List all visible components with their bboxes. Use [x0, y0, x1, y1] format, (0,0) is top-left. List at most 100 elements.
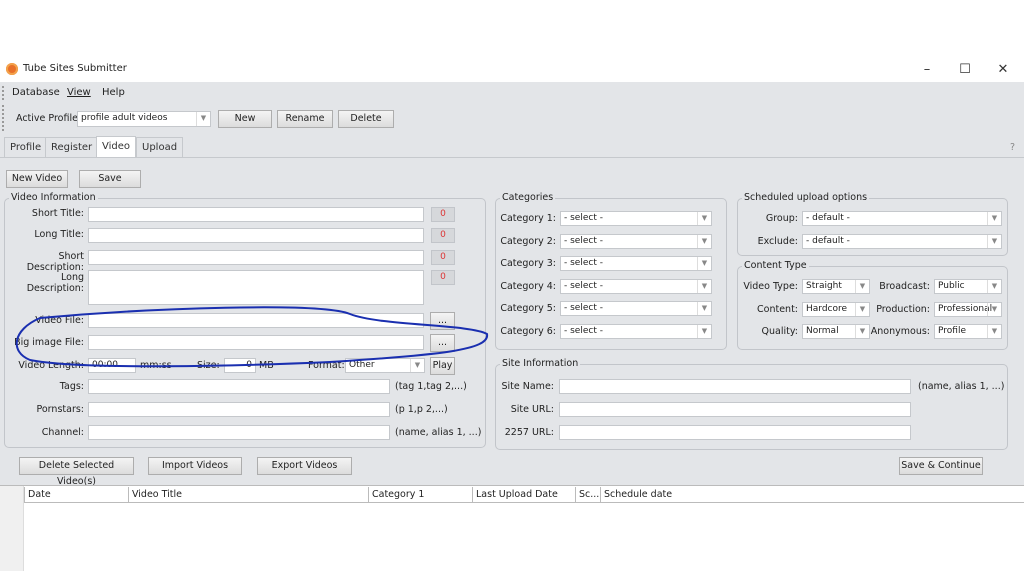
category-3-select[interactable]: - select - ▼ [560, 256, 712, 271]
tab-profile[interactable]: Profile [4, 137, 48, 157]
column-header[interactable]: Category 1 [368, 487, 472, 502]
quality-select[interactable]: Normal ▼ [802, 324, 870, 339]
chevron-down-icon: ▼ [855, 302, 869, 316]
anonymous-select[interactable]: Profile ▼ [934, 324, 1002, 339]
menu-help[interactable]: Help [102, 87, 125, 98]
tab-video[interactable]: Video [96, 136, 137, 157]
tags-input[interactable] [88, 379, 390, 394]
long-description-counter: 0 [431, 270, 455, 285]
content-label: Content: [757, 303, 798, 315]
category-4-label: Category 4: [500, 280, 556, 292]
menu-grip [2, 86, 4, 100]
category-1-select[interactable]: - select - ▼ [560, 211, 712, 226]
delete-profile-button[interactable]: Delete [338, 110, 394, 128]
short-description-label: Short Description: [26, 251, 84, 273]
menu-view[interactable]: View [67, 87, 91, 98]
category-2-select[interactable]: - select - ▼ [560, 233, 712, 249]
app-gear-icon [6, 63, 18, 75]
channel-hint: (name, alias 1, ...) [395, 427, 482, 438]
short-title-label: Short Title: [31, 208, 84, 219]
menu-database[interactable]: Database [12, 87, 60, 98]
chevron-down-icon: ▼ [697, 212, 711, 225]
group-value: - default - [806, 213, 850, 223]
channel-input[interactable] [88, 425, 390, 440]
title-bar [0, 58, 1024, 82]
categories-title: Categories [500, 192, 556, 203]
new-profile-button[interactable]: New [218, 110, 272, 128]
tab-register[interactable]: Register [45, 137, 99, 157]
chevron-down-icon: ▼ [697, 234, 711, 248]
column-header[interactable]: Sc... [575, 487, 600, 502]
group-label: Group: [765, 213, 798, 224]
category-2-value: - select - [564, 235, 603, 246]
category-4-value: - select - [564, 280, 603, 291]
chevron-down-icon: ▼ [697, 279, 711, 293]
column-header[interactable]: Video Title [128, 487, 368, 502]
long-title-label: Long Title: [34, 229, 84, 240]
site-name-label: Site Name: [501, 381, 555, 392]
maximize-icon[interactable]: ☐ [950, 60, 980, 80]
rename-profile-button[interactable]: Rename [277, 110, 333, 128]
chevron-down-icon: ▼ [697, 324, 711, 338]
toolbar-grip [2, 105, 4, 131]
chevron-down-icon: ▼ [987, 235, 1001, 248]
active-profile-select[interactable]: profile adult videos ▼ [77, 111, 211, 127]
content-type-title: Content Type [742, 260, 809, 271]
production-value: Professional [938, 303, 993, 314]
quality-value: Normal [806, 326, 839, 336]
production-select[interactable]: Professional ▼ [934, 301, 1002, 317]
site-url-input[interactable] [559, 402, 911, 417]
minimize-icon[interactable]: – [912, 60, 942, 80]
column-header[interactable]: Date [24, 487, 128, 502]
tags-hint: (tag 1,tag 2,...) [395, 381, 467, 392]
exclude-select[interactable]: - default - ▼ [802, 234, 1002, 249]
annotation-ellipse [15, 306, 489, 368]
chevron-down-icon: ▼ [987, 325, 1001, 338]
site-url-label: Site URL: [510, 404, 554, 415]
site-name-input[interactable] [559, 379, 911, 394]
long-description-label: Long Description: [26, 272, 84, 294]
site-name-hint: (name, alias 1, ...) [918, 381, 1005, 392]
long-title-input[interactable] [88, 228, 424, 243]
column-header[interactable]: Schedule date [600, 487, 730, 502]
chevron-down-icon: ▼ [196, 112, 210, 126]
delete-selected-videos-button[interactable]: Delete Selected Video(s) [19, 457, 134, 487]
new-video-button[interactable]: New Video [6, 170, 68, 188]
short-title-input[interactable] [88, 207, 424, 222]
tab-upload[interactable]: Upload [136, 137, 184, 157]
category-2-label: Category 2: [500, 235, 556, 247]
exclude-label: Exclude: [757, 236, 798, 247]
category-4-select[interactable]: - select - ▼ [560, 278, 712, 294]
window-title: Tube Sites Submitter [23, 63, 127, 74]
help-icon[interactable]: ? [1010, 142, 1015, 153]
long-title-counter: 0 [431, 228, 455, 243]
pornstars-hint: (p 1,p 2,...) [395, 404, 448, 415]
save-and-continue-button[interactable]: Save & Continue [899, 457, 983, 475]
close-icon[interactable]: ✕ [988, 60, 1018, 80]
channel-label: Channel: [41, 427, 84, 438]
category-5-select[interactable]: - select - ▼ [560, 301, 712, 316]
scheduled-upload-title: Scheduled upload options [742, 192, 870, 203]
chevron-down-icon: ▼ [855, 280, 869, 293]
export-videos-button[interactable]: Export Videos [257, 457, 352, 475]
column-header[interactable]: Last Upload Date [472, 487, 575, 502]
chevron-down-icon: ▼ [987, 212, 1001, 225]
category-1-label: Category 1: [500, 213, 556, 224]
group-select[interactable]: - default - ▼ [802, 211, 1002, 226]
save-button[interactable]: Save [79, 170, 141, 188]
category-6-label: Category 6: [500, 325, 556, 337]
video-type-select[interactable]: Straight ▼ [802, 279, 870, 294]
broadcast-select[interactable]: Public ▼ [934, 279, 1002, 294]
broadcast-label: Broadcast: [879, 281, 930, 292]
url-2257-input[interactable] [559, 425, 911, 440]
exclude-value: - default - [806, 236, 850, 246]
import-videos-button[interactable]: Import Videos [148, 457, 242, 475]
pornstars-input[interactable] [88, 402, 390, 417]
chevron-down-icon: ▼ [987, 280, 1001, 293]
anonymous-label: Anonymous: [870, 326, 930, 337]
content-select[interactable]: Hardcore ▼ [802, 301, 870, 317]
anonymous-value: Profile [938, 326, 966, 336]
category-6-select[interactable]: - select - ▼ [560, 323, 712, 339]
category-5-value: - select - [564, 303, 603, 313]
short-description-input[interactable] [88, 250, 424, 265]
